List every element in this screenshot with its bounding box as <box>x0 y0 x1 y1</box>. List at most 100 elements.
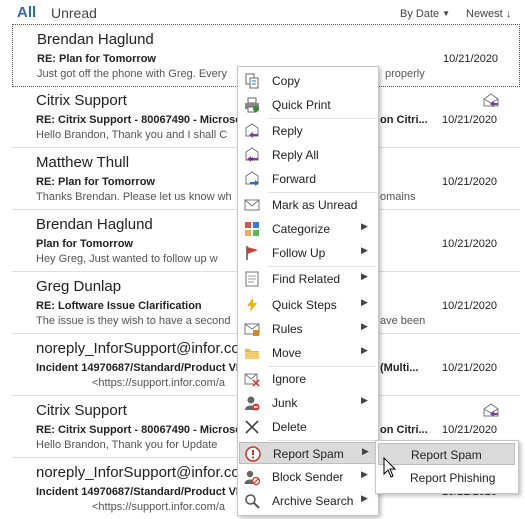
replied-envelope-icon <box>483 93 499 107</box>
message-date: 10/21/2020 <box>442 300 498 312</box>
message-date: 10/21/2020 <box>442 114 498 126</box>
tab-all[interactable]: All <box>17 4 36 21</box>
menu-item-quick-steps[interactable]: Quick Steps ▶ <box>239 294 377 316</box>
sort-by-dropdown[interactable]: By Date ▼ <box>400 8 450 20</box>
message-preview-tail: omains <box>380 191 416 203</box>
arrow-down-icon: ↓ <box>505 8 512 20</box>
menu-item-report-spam[interactable]: Report Spam ▶ <box>239 442 377 464</box>
menu-item-label: Mark as Unread <box>272 198 358 212</box>
quick-steps-icon <box>247 298 257 312</box>
message-preview: Thanks Brendan. Please let us know wh <box>36 191 232 203</box>
sort-by-label: By Date <box>400 8 440 20</box>
message-preview: Hello Brandon, Thank you and I shall C <box>36 129 228 141</box>
message-preview: Hello Brandon, Thank you for Update <box>36 439 218 451</box>
delete-icon <box>245 420 259 434</box>
replied-envelope-icon <box>483 403 499 417</box>
message-sender: noreply_InforSupport@infor.co <box>36 464 240 481</box>
submenu-arrow-icon: ▶ <box>361 245 368 255</box>
menu-item-label: Reply <box>272 124 303 138</box>
menu-item-forward[interactable]: Forward <box>239 168 377 190</box>
menu-item-junk[interactable]: Junk ▶ <box>239 392 377 414</box>
message-subject: RE: Plan for Tomorrow <box>36 176 155 188</box>
submenu-item-label: Report Spam <box>411 448 482 462</box>
menu-item-quick-print[interactable]: Quick Print <box>239 94 377 116</box>
menu-item-block-sender[interactable]: Block Sender ▶ <box>239 466 377 488</box>
message-sender: Matthew Thull <box>36 154 130 171</box>
menu-separator <box>268 118 376 119</box>
follow-up-flag-icon <box>246 246 258 260</box>
menu-item-reply-all[interactable]: Reply All <box>239 144 377 166</box>
categorize-icon <box>245 222 259 236</box>
submenu-arrow-icon: ▶ <box>361 493 368 503</box>
menu-item-ignore[interactable]: Ignore <box>239 368 377 390</box>
submenu-arrow-icon: ▶ <box>361 271 368 281</box>
message-subject: Plan for Tomorrow <box>36 238 133 250</box>
submenu-arrow-icon: ▶ <box>361 469 368 479</box>
message-preview: Hey Greg, Just wanted to follow up w <box>36 253 218 265</box>
menu-item-label: Find Related <box>272 272 341 286</box>
menu-item-rules[interactable]: Rules ▶ <box>239 318 377 340</box>
menu-item-label: Move <box>272 346 302 360</box>
message-preview-tail: ave been <box>380 315 426 327</box>
submenu-item-label: Report Phishing <box>410 471 496 485</box>
message-sender: Citrix Support <box>36 402 127 419</box>
message-date: 10/21/2020 <box>442 362 498 374</box>
report-spam-icon <box>245 446 261 462</box>
menu-item-move[interactable]: Move ▶ <box>239 342 377 364</box>
submenu-arrow-icon: ▶ <box>361 297 368 307</box>
menu-item-delete[interactable]: Delete <box>239 416 377 438</box>
message-subject: RE: Loftware Issue Clarification <box>36 300 202 312</box>
message-subject: RE: Citrix Support - 80067490 - Microsof <box>36 424 246 436</box>
message-preview: Just got off the phone with Greg. Every <box>37 68 227 80</box>
message-sender: Citrix Support <box>36 92 127 109</box>
copy-icon <box>245 73 259 89</box>
move-folder-icon <box>245 349 259 359</box>
submenu-arrow-icon: ▶ <box>361 321 368 331</box>
context-menu: Copy Quick Print Reply Reply All Forward… <box>237 66 379 516</box>
menu-item-categorize[interactable]: Categorize ▶ <box>239 218 377 240</box>
message-preview: The issue is they wish to have a second <box>36 315 231 327</box>
tab-unread[interactable]: Unread <box>51 5 97 21</box>
block-sender-icon <box>244 470 260 485</box>
message-sender: Brendan Haglund <box>36 216 153 233</box>
submenu-item-report-spam[interactable]: Report Spam <box>378 443 515 465</box>
menu-item-label: Reply All <box>272 148 319 162</box>
ignore-icon <box>244 373 260 387</box>
sort-order-button[interactable]: Newest ↓ <box>466 8 511 20</box>
message-preview: <https://support.infor.com/a <box>92 377 225 389</box>
chevron-down-icon: ▼ <box>442 9 451 18</box>
menu-item-label: Quick Print <box>272 98 331 112</box>
menu-item-label: Follow Up <box>272 246 326 260</box>
reply-all-icon <box>245 147 259 162</box>
menu-separator <box>268 440 376 441</box>
message-sender: Brendan Haglund <box>37 31 154 48</box>
menu-item-copy[interactable]: Copy <box>239 70 377 92</box>
menu-item-mark-unread[interactable]: Mark as Unread <box>239 194 377 216</box>
menu-item-reply[interactable]: Reply <box>239 120 377 142</box>
message-subject: Incident 14970687/Standard/Product VE <box>36 486 244 498</box>
menu-item-find-related[interactable]: Find Related ▶ <box>239 268 377 290</box>
rules-icon <box>244 323 260 336</box>
menu-separator <box>268 192 376 193</box>
submenu-arrow-icon: ▶ <box>361 221 368 231</box>
menu-item-label: Quick Steps <box>272 298 337 312</box>
menu-item-label: Archive Search <box>272 494 354 508</box>
mark-unread-icon <box>244 199 260 211</box>
message-date: 10/21/2020 <box>442 238 498 250</box>
menu-item-label: Junk <box>272 396 298 410</box>
menu-item-archive-search[interactable]: Archive Search ▶ <box>239 490 377 512</box>
sort-order-label: Newest <box>466 8 503 20</box>
message-preview: <https://support.infor.com/a <box>92 501 225 513</box>
quick-print-icon <box>245 97 259 113</box>
menu-item-follow-up[interactable]: Follow Up ▶ <box>239 242 377 264</box>
message-date: 10/21/2020 <box>442 424 498 436</box>
junk-icon <box>245 396 260 411</box>
message-subject: RE: Citrix Support - 80067490 - Microsof <box>36 114 246 126</box>
message-subject-tail: (Multi... <box>380 362 419 374</box>
message-subject: RE: Plan for Tomorrow <box>37 53 156 65</box>
message-preview-tail: properly <box>385 68 425 80</box>
menu-item-label: Delete <box>272 420 307 434</box>
message-sender: Greg Dunlap <box>36 278 122 295</box>
submenu-item-report-phishing[interactable]: Report Phishing <box>378 467 515 489</box>
menu-item-label: Report Spam <box>273 447 344 461</box>
